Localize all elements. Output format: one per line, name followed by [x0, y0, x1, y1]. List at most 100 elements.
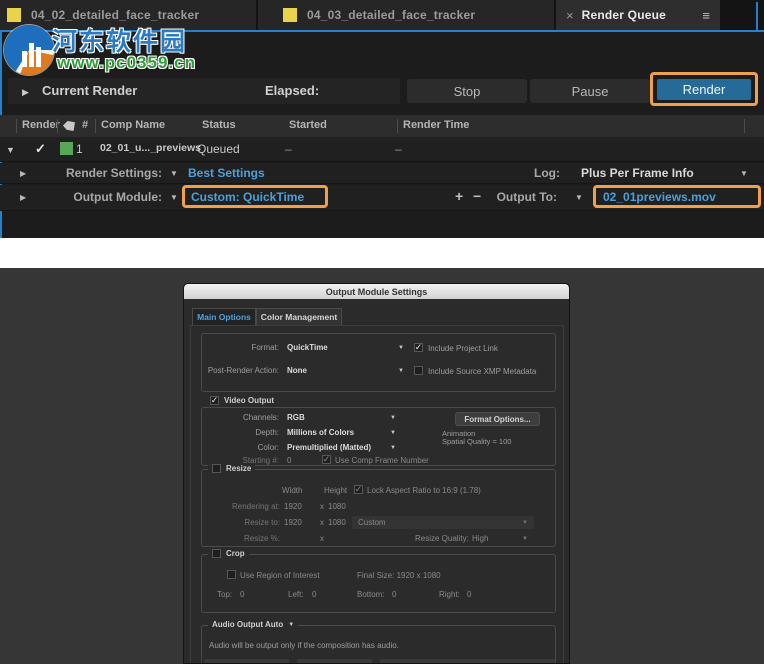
rendering-at-height: 1080 — [328, 502, 346, 511]
crop-left-value: 0 — [312, 590, 317, 599]
close-icon[interactable]: × — [566, 8, 574, 23]
tab-render-queue[interactable]: × Render Queue ≡ — [556, 0, 720, 30]
audio-note: Audio will be output only if the composi… — [209, 641, 399, 650]
output-module-link[interactable]: Custom: QuickTime — [191, 190, 304, 204]
audio-group: Audio Output Auto ▼ Audio will be output… — [201, 620, 556, 663]
video-output-group: Channels: RGB ▼ Format Options... Depth:… — [201, 407, 556, 466]
dropdown-caret-icon[interactable]: ▼ — [390, 415, 396, 421]
dropdown-caret-icon[interactable]: ▼ — [390, 430, 396, 436]
include-xmp-checkbox[interactable] — [414, 366, 423, 375]
column-number[interactable]: # — [82, 119, 88, 131]
column-render[interactable]: Render — [22, 119, 60, 131]
expand-caret-icon[interactable]: ▶ — [20, 193, 26, 202]
render-queue-panel: 04_02_detailed_face_tracker 04_03_detail… — [0, 0, 764, 238]
render-settings-link[interactable]: Best Settings — [188, 166, 265, 180]
composition-icon — [7, 8, 21, 22]
rendering-at-label: Rendering at: — [231, 502, 280, 511]
render-settings-label: Render Settings: — [65, 166, 162, 180]
label-color-column-icon[interactable] — [63, 121, 75, 131]
dialog-title-bar[interactable]: Output Module Settings — [184, 284, 569, 299]
crop-bottom-value: 0 — [392, 590, 397, 599]
tab-comp-04-03[interactable]: 04_03_detailed_face_tracker — [258, 0, 554, 30]
crop-right-label: Right: — [439, 590, 460, 599]
crop-title: Crop — [208, 549, 249, 558]
pause-button[interactable]: Pause — [530, 79, 650, 103]
channels-dropdown[interactable]: RGB — [287, 413, 305, 422]
remove-output-module-icon[interactable]: − — [473, 188, 481, 204]
video-output-title: ✓ Video Output — [206, 395, 279, 405]
audio-output-title: Audio Output Auto ▼ — [208, 620, 299, 629]
watermark: 河东软件园 www.pc0359.cn — [0, 22, 230, 100]
color-dropdown[interactable]: Premultiplied (Matted) — [287, 443, 371, 452]
column-divider — [16, 119, 17, 133]
depth-dropdown[interactable]: Millions of Colors — [287, 428, 354, 437]
include-xmp-label: Include Source XMP Metadata — [428, 367, 537, 376]
queue-item-status: Queued — [197, 142, 240, 156]
crop-left-label: Left: — [288, 590, 304, 599]
queue-item-comp-name: 02_01_u..._previews — [100, 142, 201, 154]
format-dropdown[interactable]: QuickTime — [287, 343, 328, 352]
audio-rate-dropdown[interactable] — [204, 659, 289, 663]
watermark-logo-icon — [4, 25, 54, 75]
dropdown-caret-icon[interactable]: ▼ — [170, 169, 178, 178]
crop-bottom-label: Bottom: — [357, 590, 385, 599]
elapsed-label: Elapsed: — [265, 83, 320, 98]
render-button[interactable]: Render — [657, 78, 751, 100]
tab-main-options[interactable]: Main Options — [192, 308, 256, 326]
depth-label: Depth: — [255, 428, 279, 437]
video-output-label: Video Output — [224, 396, 275, 405]
column-render-time[interactable]: Render Time — [403, 119, 469, 131]
dropdown-caret-icon[interactable]: ▼ — [575, 193, 583, 202]
panel-menu-icon[interactable]: ≡ — [702, 8, 710, 23]
final-size-label: Final Size: 1920 x 1080 — [357, 571, 441, 580]
dropdown-caret-icon[interactable]: ▼ — [170, 193, 178, 202]
column-comp-name[interactable]: Comp Name — [101, 119, 165, 131]
column-started[interactable]: Started — [289, 119, 327, 131]
dropdown-caret-icon: ▼ — [522, 520, 528, 526]
log-dropdown-value[interactable]: Plus Per Frame Info — [581, 166, 694, 180]
use-roi-label: Use Region of Interest — [240, 571, 320, 580]
render-settings-row: ▶ Render Settings: ▼ Best Settings Log: … — [0, 163, 764, 184]
crop-group: Crop Use Region of Interest Final Size: … — [201, 549, 556, 613]
output-file-link[interactable]: 02_01previews.mov — [603, 190, 716, 204]
render-enabled-checkbox[interactable]: ✓ — [35, 141, 46, 157]
dropdown-caret-icon[interactable]: ▼ — [288, 622, 294, 628]
output-module-row: ▶ Output Module: ▼ Custom: QuickTime + −… — [0, 185, 764, 211]
panel-edge-accent — [756, 2, 758, 30]
collapse-caret-icon[interactable]: ▼ — [6, 145, 15, 155]
format-label: Format: — [251, 343, 279, 352]
dimension-x: x — [320, 518, 324, 527]
resize-quality-value: High — [472, 534, 489, 543]
output-module-label: Output Module: — [73, 190, 162, 204]
dropdown-caret-icon[interactable]: ▼ — [398, 345, 404, 351]
include-project-link-label: Include Project Link — [428, 344, 498, 353]
dropdown-caret-icon[interactable]: ▼ — [740, 169, 748, 178]
resize-quality-label: Resize Quality: — [415, 534, 469, 543]
post-render-action-dropdown[interactable]: None — [287, 366, 307, 375]
add-output-module-icon[interactable]: + — [455, 188, 463, 204]
stop-button[interactable]: Stop — [407, 79, 527, 103]
resize-checkbox[interactable] — [212, 464, 221, 473]
resize-to-label: Resize to: — [244, 518, 280, 527]
expand-caret-icon[interactable]: ▶ — [20, 169, 26, 178]
width-header: Width — [282, 486, 303, 495]
crop-checkbox[interactable] — [212, 549, 221, 558]
format-group: Format: QuickTime ▼ ✓ Include Project Li… — [201, 333, 556, 392]
annotation-box-output-module: Custom: QuickTime — [182, 185, 328, 208]
include-project-link-checkbox[interactable]: ✓ — [414, 342, 423, 352]
dropdown-caret-icon[interactable]: ▼ — [398, 368, 404, 374]
video-output-checkbox[interactable]: ✓ — [210, 395, 219, 405]
resize-title: Resize — [208, 464, 256, 473]
column-divider — [744, 119, 745, 133]
queue-item-row[interactable]: ▼ ✓ 1 02_01_u..._previews Queued – – — [0, 137, 764, 162]
output-module-settings-dialog: Output Module Settings Main Options Colo… — [183, 283, 570, 664]
label-color-swatch-green[interactable] — [60, 142, 73, 155]
log-label: Log: — [534, 166, 560, 180]
tab-color-management[interactable]: Color Management — [256, 308, 342, 326]
audio-depth-dropdown[interactable] — [297, 659, 372, 663]
column-status[interactable]: Status — [202, 119, 236, 131]
audio-output-dropdown[interactable]: Audio Output Auto — [212, 620, 283, 629]
audio-format-options-button[interactable] — [457, 659, 555, 663]
format-options-button[interactable]: Format Options... — [455, 412, 540, 426]
dropdown-caret-icon[interactable]: ▼ — [390, 445, 396, 451]
